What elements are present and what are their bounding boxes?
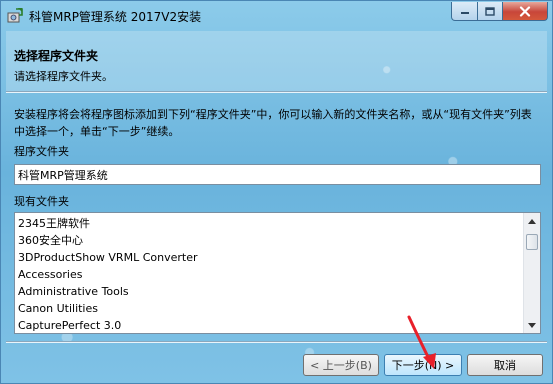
window-title: 科管MRP管理系统 2017V2安装 (29, 10, 202, 24)
list-item[interactable]: Canon Utilities (18, 300, 98, 317)
program-folder-input[interactable] (14, 164, 541, 185)
list-scrollbar[interactable] (523, 213, 540, 333)
maximize-icon (485, 6, 495, 16)
cancel-button[interactable]: 取消 (467, 354, 543, 376)
header-divider (6, 91, 547, 93)
installer-window: 科管MRP管理系统 2017V2安装 选择程序文件夹 请选择程序文件夹。 安装程… (0, 0, 553, 384)
close-button[interactable] (502, 2, 548, 21)
scroll-up-icon (528, 218, 536, 224)
title-bar[interactable]: 科管MRP管理系统 2017V2安装 (1, 1, 552, 31)
back-button[interactable]: < 上一步(B) (303, 354, 379, 376)
list-item[interactable]: CapturePerfect 3.0 (18, 317, 121, 333)
list-item[interactable]: 2345王牌软件 (18, 215, 90, 232)
minimize-icon (460, 12, 469, 14)
maximize-button[interactable] (477, 2, 503, 21)
list-item[interactable]: Administrative Tools (18, 283, 129, 300)
close-icon (519, 5, 531, 17)
scroll-up-button[interactable] (524, 213, 540, 229)
next-button[interactable]: 下一步(N) > (384, 354, 462, 376)
footer-divider (6, 341, 547, 343)
header-panel: 选择程序文件夹 请选择程序文件夹。 (6, 31, 547, 91)
minimize-button[interactable] (451, 2, 478, 21)
scroll-down-icon (528, 322, 536, 328)
existing-folders-list[interactable]: 2345王牌软件 360安全中心 3DProductShow VRML Conv… (14, 212, 541, 334)
program-folder-label: 程序文件夹 (14, 145, 69, 158)
scrollbar-thumb[interactable] (526, 234, 538, 250)
existing-folders-label: 现有文件夹 (14, 195, 69, 208)
scroll-down-button[interactable] (524, 317, 540, 333)
list-item[interactable]: 360安全中心 (18, 232, 83, 249)
setup-disk-icon (7, 8, 23, 23)
list-item[interactable]: Accessories (18, 266, 82, 283)
page-subtitle: 请选择程序文件夹。 (14, 70, 113, 83)
list-item[interactable]: 3DProductShow VRML Converter (18, 249, 197, 266)
page-title: 选择程序文件夹 (14, 49, 99, 63)
instruction-text: 安装程序将会将程序图标添加到下列“程序文件夹”中，你可以输入新的文件夹名称，或从… (14, 108, 532, 138)
